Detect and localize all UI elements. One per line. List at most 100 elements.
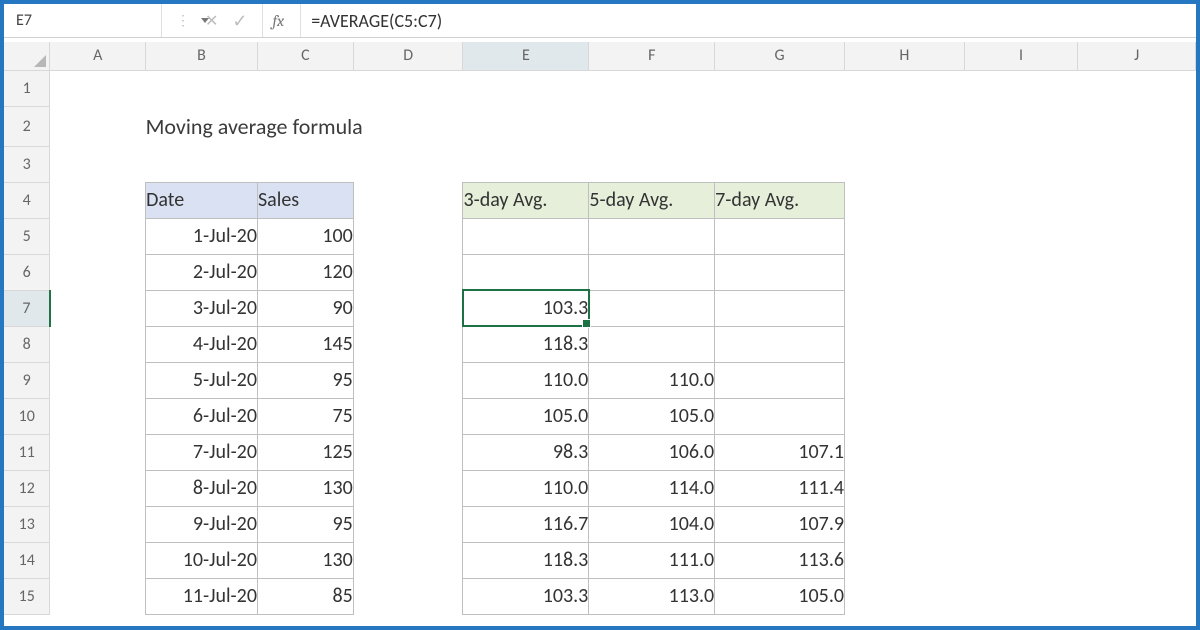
row-header[interactable]: 7 — [4, 290, 50, 326]
cell-sales[interactable]: 100 — [257, 218, 353, 254]
cell[interactable] — [1078, 470, 1196, 506]
cell[interactable] — [1078, 254, 1196, 290]
cell-5day[interactable]: 106.0 — [589, 434, 715, 470]
row-header[interactable]: 1 — [4, 70, 50, 106]
col-header[interactable]: E — [463, 42, 589, 70]
cell[interactable] — [50, 542, 146, 578]
cell-date[interactable]: 11-Jul-20 — [146, 578, 258, 614]
cell-date[interactable]: 10-Jul-20 — [146, 542, 258, 578]
cell[interactable] — [353, 470, 463, 506]
row-header[interactable]: 5 — [4, 218, 50, 254]
cell[interactable] — [964, 146, 1078, 182]
cell[interactable] — [1078, 542, 1196, 578]
cell[interactable] — [964, 218, 1078, 254]
cell-sales[interactable]: 130 — [257, 470, 353, 506]
cell[interactable] — [715, 146, 845, 182]
cell[interactable] — [845, 182, 965, 218]
cell[interactable] — [353, 218, 463, 254]
cell-5day[interactable]: 114.0 — [589, 470, 715, 506]
cell[interactable] — [463, 70, 589, 106]
cell[interactable] — [50, 182, 146, 218]
cell[interactable] — [1078, 146, 1196, 182]
cell[interactable] — [715, 70, 845, 106]
cell-7day[interactable] — [715, 398, 845, 434]
col-header[interactable]: A — [50, 42, 146, 70]
cell[interactable] — [50, 254, 146, 290]
cell-sales[interactable]: 95 — [257, 362, 353, 398]
col-header[interactable]: H — [845, 42, 965, 70]
cell-3day[interactable]: 118.3 — [463, 542, 589, 578]
col-header[interactable]: I — [964, 42, 1078, 70]
grid[interactable]: A B C D E F G H I J 1 — [4, 42, 1196, 615]
cell[interactable] — [964, 182, 1078, 218]
cell[interactable] — [1078, 326, 1196, 362]
header-7day[interactable]: 7-day Avg. — [715, 182, 845, 218]
insert-function-button[interactable]: fx — [263, 4, 302, 37]
cell[interactable] — [845, 146, 965, 182]
col-header[interactable]: B — [146, 42, 258, 70]
row-header[interactable]: 11 — [4, 434, 50, 470]
cell-3day[interactable]: 110.0 — [463, 470, 589, 506]
cell-5day[interactable] — [589, 254, 715, 290]
cell[interactable] — [50, 290, 146, 326]
cell[interactable] — [964, 362, 1078, 398]
cell[interactable] — [353, 506, 463, 542]
header-date[interactable]: Date — [146, 182, 258, 218]
cell[interactable] — [964, 506, 1078, 542]
name-box[interactable] — [14, 10, 200, 31]
cell[interactable] — [845, 470, 965, 506]
col-header[interactable]: G — [715, 42, 845, 70]
cell-sales[interactable]: 75 — [257, 398, 353, 434]
cell-3day[interactable]: 103.3 — [463, 290, 589, 326]
cell[interactable] — [50, 506, 146, 542]
cell[interactable] — [353, 326, 463, 362]
cell-7day[interactable]: 111.4 — [715, 470, 845, 506]
cell[interactable] — [353, 362, 463, 398]
cell[interactable] — [353, 434, 463, 470]
cell-7day[interactable] — [715, 254, 845, 290]
cell[interactable] — [50, 218, 146, 254]
cell-date[interactable]: 6-Jul-20 — [146, 398, 258, 434]
cell[interactable] — [353, 146, 463, 182]
cell[interactable] — [146, 146, 258, 182]
cell-5day[interactable]: 104.0 — [589, 506, 715, 542]
cell[interactable] — [964, 434, 1078, 470]
cell-sales[interactable]: 85 — [257, 578, 353, 614]
cell[interactable] — [353, 182, 463, 218]
row-header[interactable]: 10 — [4, 398, 50, 434]
cell-sales[interactable]: 90 — [257, 290, 353, 326]
col-header[interactable]: D — [353, 42, 463, 70]
cell[interactable] — [1078, 434, 1196, 470]
cell[interactable] — [964, 70, 1078, 106]
cell-date[interactable]: 9-Jul-20 — [146, 506, 258, 542]
cell-7day[interactable] — [715, 326, 845, 362]
cell-date[interactable]: 2-Jul-20 — [146, 254, 258, 290]
cell-3day[interactable]: 110.0 — [463, 362, 589, 398]
name-box-dropdown-icon[interactable] — [200, 11, 210, 30]
col-header[interactable]: F — [589, 42, 715, 70]
row-header[interactable]: 6 — [4, 254, 50, 290]
cell[interactable] — [50, 326, 146, 362]
cell-7day[interactable]: 107.9 — [715, 506, 845, 542]
cell-date[interactable]: 8-Jul-20 — [146, 470, 258, 506]
cell[interactable] — [1078, 398, 1196, 434]
cell-5day[interactable] — [589, 218, 715, 254]
cell[interactable] — [257, 70, 353, 106]
cell[interactable] — [964, 398, 1078, 434]
cell-date[interactable]: 7-Jul-20 — [146, 434, 258, 470]
cell-sales[interactable]: 125 — [257, 434, 353, 470]
cell[interactable] — [1078, 578, 1196, 614]
select-all-corner[interactable] — [4, 42, 50, 70]
cell-7day[interactable] — [715, 290, 845, 326]
cell[interactable] — [1078, 70, 1196, 106]
cell-sales[interactable]: 95 — [257, 506, 353, 542]
cell[interactable] — [845, 326, 965, 362]
cell[interactable] — [50, 146, 146, 182]
cell-3day[interactable]: 103.3 — [463, 578, 589, 614]
cell[interactable] — [845, 218, 965, 254]
cell-date[interactable]: 1-Jul-20 — [146, 218, 258, 254]
row-header[interactable]: 3 — [4, 146, 50, 182]
cell[interactable] — [353, 542, 463, 578]
cell[interactable] — [1078, 218, 1196, 254]
cell[interactable] — [1078, 106, 1196, 146]
